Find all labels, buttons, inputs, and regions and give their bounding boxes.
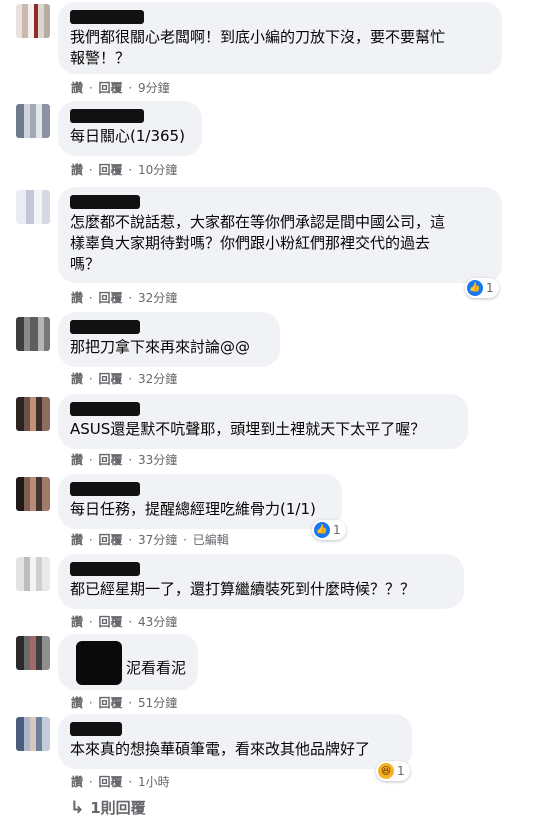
comment-bubble: 都已經星期一了，還打算繼續裝死到什麼時候？？？ (58, 554, 464, 609)
comment-text: 那把刀拿下來再來討論@@ (70, 338, 251, 356)
redacted-author-name[interactable] (70, 482, 140, 496)
comment-text: 每日任務，提醒總經理吃維骨力(1/1) (70, 500, 316, 518)
replies-label: 1則回覆 (90, 799, 146, 817)
view-replies-link[interactable]: ↳ 1則回覆 (70, 797, 146, 818)
comment-meta: 讚 · 回覆 · 10分鐘 (71, 163, 178, 177)
comment-meta: 讚 · 回覆 · 32分鐘 (71, 291, 178, 305)
comment-time[interactable]: 32分鐘 (138, 372, 177, 386)
like-button[interactable]: 讚 (71, 291, 83, 305)
redacted-author-name[interactable] (70, 10, 144, 24)
redacted-author-name[interactable] (70, 195, 140, 209)
comment-time[interactable]: 33分鐘 (138, 453, 177, 467)
reply-button[interactable]: 回覆 (99, 291, 123, 305)
avatar[interactable] (16, 557, 50, 591)
avatar[interactable] (16, 104, 50, 138)
like-button[interactable]: 讚 (71, 81, 83, 95)
avatar[interactable] (16, 717, 50, 751)
reply-button[interactable]: 回覆 (99, 81, 123, 95)
reaction-count[interactable]: 😆 1 (376, 761, 410, 781)
reaction-count[interactable]: 👍 1 (465, 278, 499, 298)
reply-button[interactable]: 回覆 (99, 696, 123, 710)
like-button[interactable]: 讚 (71, 453, 83, 467)
like-button[interactable]: 讚 (71, 775, 83, 789)
comment-bubble: 那把刀拿下來再來討論@@ (58, 312, 280, 367)
avatar[interactable] (16, 397, 50, 431)
comment-meta: 讚 · 回覆 · 51分鐘 (71, 696, 178, 710)
comment-bubble: 我們都很關心老闆啊！到底小編的刀放下沒，要不要幫忙 報警！？ (58, 2, 502, 74)
comment-meta: 讚 · 回覆 · 43分鐘 (71, 615, 178, 629)
reply-arrow-icon: ↳ (70, 797, 85, 818)
avatar[interactable] (16, 477, 50, 511)
reply-button[interactable]: 回覆 (99, 453, 123, 467)
redacted-author-name[interactable] (70, 109, 144, 123)
redacted-author-name[interactable] (76, 641, 122, 685)
avatar[interactable] (16, 4, 50, 38)
comment-time[interactable]: 32分鐘 (138, 291, 177, 305)
comment-text: 每日關心(1/365) (70, 127, 185, 145)
reaction-count[interactable]: 👍 1 (312, 520, 346, 540)
redacted-author-name[interactable] (70, 320, 140, 334)
comment-meta: 讚 · 回覆 · 37分鐘 · 已編輯 (71, 533, 229, 547)
comment-time[interactable]: 1小時 (138, 775, 170, 789)
redacted-author-name[interactable] (70, 722, 122, 736)
redacted-author-name[interactable] (70, 562, 140, 576)
avatar[interactable] (16, 636, 50, 670)
reply-button[interactable]: 回覆 (99, 163, 123, 177)
reply-button[interactable]: 回覆 (99, 615, 123, 629)
reply-button[interactable]: 回覆 (99, 775, 123, 789)
comment-text: 都已經星期一了，還打算繼續裝死到什麼時候？？？ (70, 580, 416, 598)
comment-text: 怎麼都不說話惹，大家都在等你們承認是間中國公司，這 樣辜負大家期待對嗎？你們跟小… (70, 213, 446, 273)
like-icon: 👍 (467, 280, 483, 296)
comment-meta: 讚 · 回覆 · 32分鐘 (71, 372, 178, 386)
comment-meta: 讚 · 回覆 · 1小時 (71, 775, 170, 789)
comment-text: ASUS還是默不吭聲耶，頭埋到土裡就天下太平了喔？ (70, 420, 426, 438)
edited-label[interactable]: 已編輯 (193, 533, 229, 547)
comment-bubble: ASUS還是默不吭聲耶，頭埋到土裡就天下太平了喔？ (58, 394, 468, 449)
comment-time[interactable]: 9分鐘 (138, 81, 170, 95)
like-button[interactable]: 讚 (71, 696, 83, 710)
comment-text: 我們都很關心老闆啊！到底小編的刀放下沒，要不要幫忙 報警！？ (70, 28, 446, 67)
like-button[interactable]: 讚 (71, 533, 83, 547)
comment-bubble: 每日任務，提醒總經理吃維骨力(1/1) (58, 474, 342, 529)
reply-button[interactable]: 回覆 (99, 372, 123, 386)
comment-meta: 讚 · 回覆 · 9分鐘 (71, 81, 170, 95)
like-button[interactable]: 讚 (71, 615, 83, 629)
like-icon: 👍 (314, 522, 330, 538)
comment-time[interactable]: 10分鐘 (138, 163, 177, 177)
like-button[interactable]: 讚 (71, 163, 83, 177)
comment-bubble: 怎麼都不說話惹，大家都在等你們承認是間中國公司，這 樣辜負大家期待對嗎？你們跟小… (58, 187, 502, 283)
comment-text: 本來真的想換華碩筆電，看來改其他品牌好了 (70, 740, 371, 758)
redacted-author-name[interactable] (70, 402, 140, 416)
avatar[interactable] (16, 317, 50, 351)
haha-icon: 😆 (378, 763, 394, 779)
reply-button[interactable]: 回覆 (99, 533, 123, 547)
comment-time[interactable]: 37分鐘 (138, 533, 177, 547)
comment-bubble: 本來真的想換華碩筆電，看來改其他品牌好了 (58, 714, 412, 769)
comment-bubble: 每日關心(1/365) (58, 101, 202, 156)
comment-meta: 讚 · 回覆 · 33分鐘 (71, 453, 178, 467)
comment-time[interactable]: 51分鐘 (138, 696, 177, 710)
comment-time[interactable]: 43分鐘 (138, 615, 177, 629)
like-button[interactable]: 讚 (71, 372, 83, 386)
avatar[interactable] (16, 190, 50, 224)
